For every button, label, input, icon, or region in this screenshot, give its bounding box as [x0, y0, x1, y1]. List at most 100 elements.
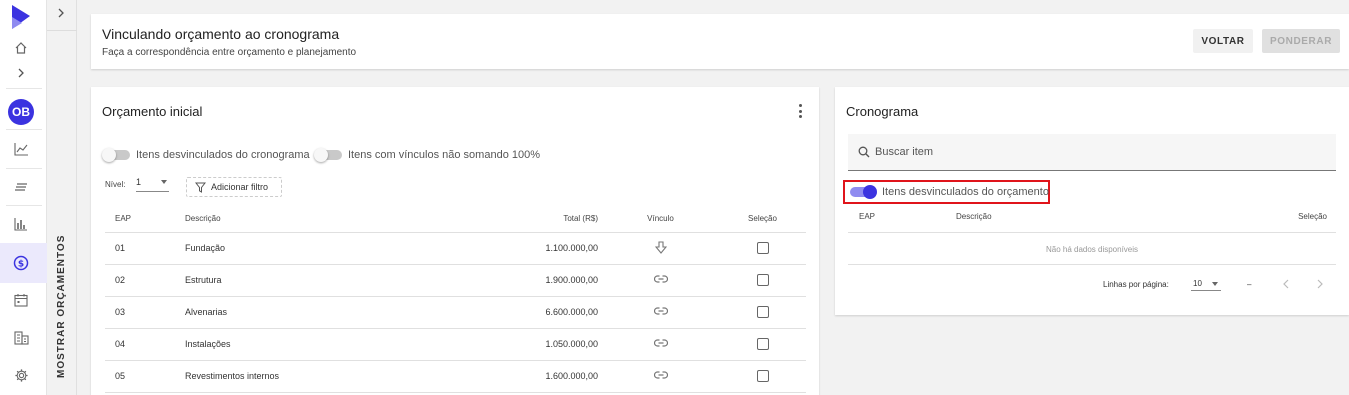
- budgets-side-panel-toggle[interactable]: MOSTRAR ORÇAMENTOS: [47, 0, 77, 395]
- avatar[interactable]: OB: [8, 99, 34, 125]
- table-header-row: EAP Descrição Total (R$) Vínculo Seleção: [105, 206, 806, 233]
- search-icon: [858, 146, 870, 158]
- search-field[interactable]: [848, 134, 1336, 171]
- row-vinculo: [602, 360, 719, 393]
- chevron-right-icon[interactable]: [56, 6, 66, 22]
- row-eap: 02: [105, 264, 185, 297]
- col-selecao: Seleção: [719, 206, 806, 233]
- page-range-text: –: [1247, 280, 1252, 289]
- dropdown-arrow-icon: [1212, 282, 1218, 286]
- schedule-col-descricao[interactable]: Descrição: [956, 212, 992, 221]
- app-nav-rail: OB $: [0, 0, 47, 395]
- row-descricao: Revestimentos internos: [185, 360, 425, 393]
- table-row[interactable]: 05 Revestimentos internos 1.600.000,00: [105, 360, 806, 393]
- level-value: 1: [136, 177, 142, 187]
- row-total: 1.900.000,00: [425, 264, 602, 297]
- row-selecao: [719, 296, 806, 329]
- page-subtitle: Faça a correspondência entre orçamento e…: [102, 47, 357, 58]
- add-filter-button[interactable]: Adicionar filtro: [186, 177, 282, 197]
- svg-text:$: $: [18, 260, 24, 270]
- calendar-icon[interactable]: [11, 290, 31, 310]
- budget-dollar-icon[interactable]: $: [11, 253, 31, 273]
- schedule-card: Cronograma Itens desvinculados do orçame…: [835, 87, 1349, 315]
- next-page-icon[interactable]: [1315, 278, 1325, 293]
- row-eap: 03: [105, 296, 185, 329]
- row-selecao: [719, 264, 806, 297]
- expand-chevron-icon[interactable]: [11, 63, 31, 83]
- table-row[interactable]: 04 Instalações 1.050.000,00: [105, 328, 806, 361]
- row-select-checkbox[interactable]: [756, 338, 769, 350]
- col-descricao[interactable]: Descrição: [185, 206, 425, 233]
- toggle-unlinked-schedule-items[interactable]: Itens desvinculados do cronograma: [102, 148, 310, 162]
- toggle-unlinked-schedule-label: Itens desvinculados do cronograma: [136, 149, 310, 161]
- row-total: 1.050.000,00: [425, 328, 602, 361]
- col-eap[interactable]: EAP: [105, 206, 185, 233]
- home-icon[interactable]: [11, 38, 31, 58]
- row-select-checkbox[interactable]: [756, 242, 769, 254]
- row-vinculo: [602, 232, 719, 265]
- toggle-links-not-100[interactable]: Itens com vínculos não somando 100%: [314, 148, 541, 162]
- initial-budget-title: Orçamento inicial: [102, 104, 203, 119]
- schedule-title: Cronograma: [846, 104, 919, 119]
- rows-per-page-select[interactable]: 10: [1191, 276, 1221, 291]
- page-title: Vinculando orçamento ao cronograma: [102, 26, 340, 42]
- row-eap: 04: [105, 328, 185, 361]
- table-row[interactable]: 03 Alvenarias 6.600.000,00: [105, 296, 806, 329]
- dropdown-arrow-icon: [161, 180, 167, 184]
- settings-gear-icon[interactable]: [11, 365, 31, 385]
- weigh-button[interactable]: PONDERAR: [1262, 29, 1340, 53]
- link-icon[interactable]: [653, 307, 668, 317]
- link-icon[interactable]: [653, 275, 668, 285]
- back-button[interactable]: VOLTAR: [1193, 29, 1253, 53]
- level-select[interactable]: 1: [136, 177, 169, 192]
- row-select-checkbox[interactable]: [756, 370, 769, 382]
- schedule-col-selecao: Seleção: [1298, 212, 1327, 221]
- prev-page-icon[interactable]: [1281, 278, 1291, 293]
- building-icon[interactable]: [11, 328, 31, 348]
- no-data-message: Não há dados disponíveis: [848, 234, 1336, 265]
- row-vinculo: [602, 328, 719, 361]
- schedule-table-header: EAP Descrição Seleção: [848, 207, 1336, 233]
- level-label: Nível:: [105, 180, 126, 189]
- link-icon[interactable]: [653, 371, 668, 381]
- bar-chart-icon[interactable]: [11, 214, 31, 234]
- row-descricao: Fundação: [185, 232, 425, 265]
- row-select-checkbox[interactable]: [756, 274, 769, 286]
- page-header: Vinculando orçamento ao cronograma Faça …: [91, 14, 1349, 69]
- row-total: 1.100.000,00: [425, 232, 602, 265]
- app-logo-icon[interactable]: [10, 4, 32, 30]
- toggle-links-not-100-label: Itens com vínculos não somando 100%: [348, 149, 541, 161]
- row-descricao: Instalações: [185, 328, 425, 361]
- row-selecao: [719, 360, 806, 393]
- add-filter-label: Adicionar filtro: [211, 182, 269, 192]
- initial-budget-card: Orçamento inicial Itens desvinculados do…: [91, 87, 819, 395]
- col-total[interactable]: Total (R$): [425, 206, 602, 233]
- row-total: 1.600.000,00: [425, 360, 602, 393]
- rows-per-page-label: Linhas por página:: [1103, 280, 1169, 289]
- link-icon[interactable]: [653, 339, 668, 349]
- more-options-icon[interactable]: [797, 104, 803, 118]
- row-selecao: [719, 328, 806, 361]
- show-budgets-label[interactable]: MOSTRAR ORÇAMENTOS: [56, 235, 67, 378]
- table-row[interactable]: 01 Fundação 1.100.000,00: [105, 232, 806, 265]
- row-total: 6.600.000,00: [425, 296, 602, 329]
- line-chart-icon[interactable]: [11, 139, 31, 159]
- row-eap: 01: [105, 232, 185, 265]
- row-descricao: Alvenarias: [185, 296, 425, 329]
- toggle-unlinked-budget-label: Itens desvinculados do orçamento: [882, 186, 1049, 198]
- search-input[interactable]: [875, 143, 1315, 161]
- rows-per-page-value: 10: [1193, 279, 1202, 288]
- list-icon[interactable]: [11, 177, 31, 197]
- schedule-col-eap[interactable]: EAP: [859, 212, 875, 221]
- row-eap: 05: [105, 360, 185, 393]
- budget-table: EAP Descrição Total (R$) Vínculo Seleção…: [105, 206, 806, 393]
- table-row[interactable]: 02 Estrutura 1.900.000,00: [105, 264, 806, 297]
- row-selecao: [719, 232, 806, 265]
- col-vinculo: Vínculo: [602, 206, 719, 233]
- toggle-unlinked-budget-items[interactable]: Itens desvinculados do orçamento: [850, 185, 1049, 199]
- filter-icon: [195, 182, 206, 193]
- row-descricao: Estrutura: [185, 264, 425, 297]
- arrow-down-icon[interactable]: [654, 240, 667, 256]
- row-vinculo: [602, 296, 719, 329]
- row-select-checkbox[interactable]: [756, 306, 769, 318]
